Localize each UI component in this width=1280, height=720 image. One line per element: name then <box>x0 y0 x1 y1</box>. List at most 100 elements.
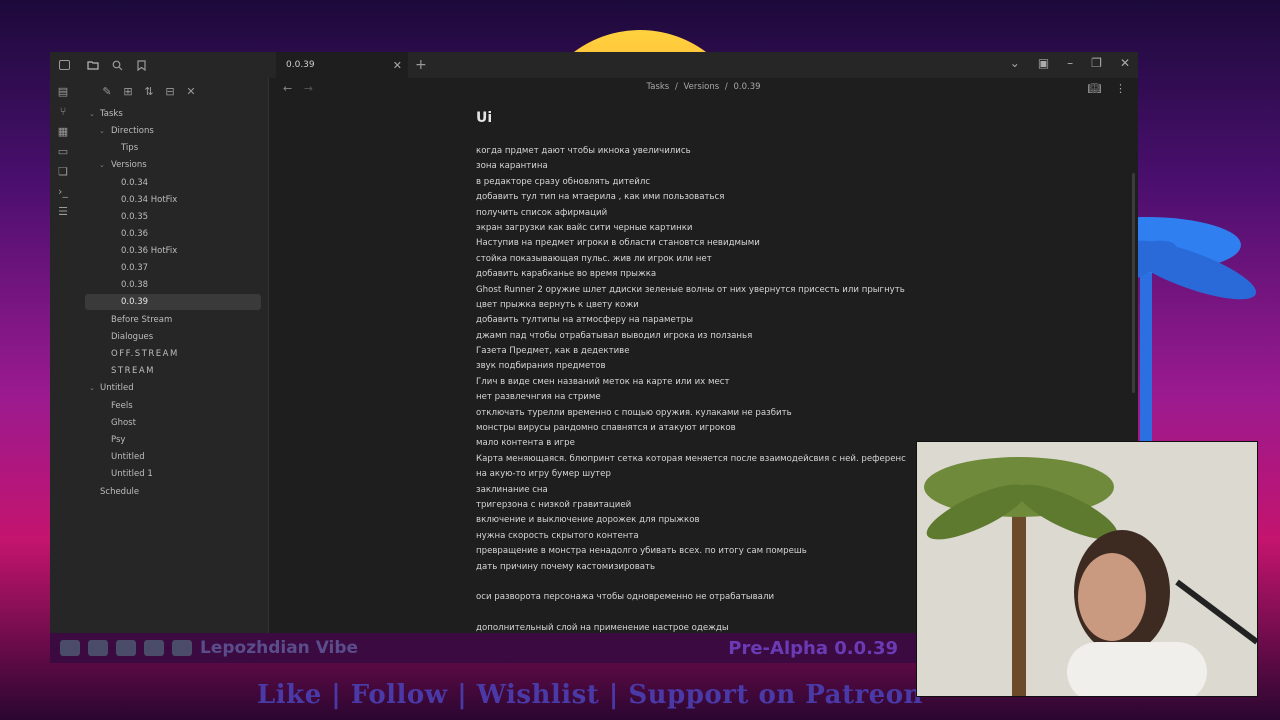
graph-icon[interactable]: ⑂ <box>56 104 70 118</box>
note-line[interactable]: Газета Предмет, как в дедективе <box>476 344 926 359</box>
webcam-image <box>917 442 1257 696</box>
terminal-icon[interactable]: ›_ <box>56 184 70 198</box>
note-line[interactable]: оси разворота персонажа чтобы одновремен… <box>476 590 926 605</box>
note-line[interactable] <box>476 575 926 590</box>
note-version[interactable]: 0.0.38 <box>121 277 148 293</box>
canvas-icon[interactable]: ▦ <box>56 124 70 138</box>
breadcrumb-item[interactable]: Tasks <box>646 82 669 92</box>
note-line[interactable]: Глич в виде смен названий меток на карте… <box>476 375 926 390</box>
note-line[interactable]: Карта меняющаяся. блюпринт сетка которая… <box>476 452 926 467</box>
note-line[interactable]: мало контента в игре <box>476 436 926 451</box>
window-controls: ⌄ ▣ – ❐ ✕ <box>1010 56 1130 70</box>
note-line[interactable] <box>476 606 926 621</box>
note-line[interactable]: включение и выключение дорожек для прыжк… <box>476 513 926 528</box>
new-note-icon[interactable]: ✎ <box>100 84 114 98</box>
new-folder-icon[interactable]: ⊞ <box>121 84 135 98</box>
note-line[interactable]: добавить тултипы на атмосферу на парамет… <box>476 313 926 328</box>
bookmark-icon[interactable] <box>134 58 148 72</box>
chevron-down-icon: ⌄ <box>99 127 105 135</box>
note-line[interactable]: Ghost Runner 2 оружие шлет ддиски зелены… <box>476 283 926 298</box>
patreon-icon <box>144 640 164 656</box>
calendar-icon[interactable]: ▭ <box>56 144 70 158</box>
note-line[interactable]: зона карантина <box>476 159 926 174</box>
minimize-icon[interactable]: – <box>1067 56 1073 70</box>
note-version[interactable]: 0.0.37 <box>121 260 148 276</box>
note-body[interactable]: когда прдмет дают чтобы икнока увеличили… <box>476 144 926 633</box>
note-line[interactable]: отключать турелли временно с пощью оружи… <box>476 406 926 421</box>
note-untitled-1[interactable]: Untitled 1 <box>111 466 153 482</box>
note-stream[interactable]: STREAM <box>111 363 155 379</box>
note-line[interactable]: экран загрузки как вайс сити черные карт… <box>476 221 926 236</box>
sidebar-toggle-icon[interactable] <box>57 58 71 72</box>
tab-title: 0.0.39 <box>286 60 315 70</box>
list-icon[interactable]: ☰ <box>56 204 70 218</box>
copy-icon[interactable]: ❏ <box>56 164 70 178</box>
note-version[interactable]: 0.0.36 <box>121 226 148 242</box>
chevron-down-icon: ⌄ <box>89 110 95 118</box>
note-line[interactable]: дать причину почему кастомизировать <box>476 560 926 575</box>
sort-icon[interactable]: ⇅ <box>142 84 156 98</box>
plus-icon[interactable]: + <box>415 57 427 73</box>
title-bar: 0.0.39 ✕ + ⌄ ▣ – ❐ ✕ <box>50 52 1138 78</box>
note-line[interactable]: когда прдмет дают чтобы икнока увеличили… <box>476 144 926 159</box>
note-line[interactable]: нет развлечнгия на стриме <box>476 390 926 405</box>
reading-view-icon[interactable]: 📖︎ <box>1088 82 1102 95</box>
files-icon[interactable]: ▤ <box>56 84 70 98</box>
note-schedule[interactable]: Schedule <box>100 484 139 500</box>
folder-directions[interactable]: Directions <box>111 123 154 139</box>
steam-icon <box>116 640 136 656</box>
breadcrumb-separator: / <box>724 82 728 92</box>
note-line[interactable]: дополнительный слой на применение настро… <box>476 621 926 633</box>
note-feels[interactable]: Feels <box>111 398 133 414</box>
note-line[interactable]: цвет прыжка вернуть к цвету кожи <box>476 298 926 313</box>
note-before-stream[interactable]: Before Stream <box>111 312 172 328</box>
note-tips[interactable]: Tips <box>121 140 138 156</box>
social-links: Lepozhdian Vibe <box>60 638 358 658</box>
folder-versions[interactable]: Versions <box>111 157 147 173</box>
note-line[interactable]: в редакторе сразу обновлять дитейлс <box>476 175 926 190</box>
note-dialogues[interactable]: Dialogues <box>111 329 153 345</box>
note-version[interactable]: 0.0.34 <box>121 175 148 191</box>
note-psy[interactable]: Psy <box>111 432 125 448</box>
folder-icon[interactable] <box>86 58 100 72</box>
breadcrumb-item[interactable]: Versions <box>684 82 720 92</box>
window-close-icon[interactable]: ✕ <box>1120 56 1130 70</box>
folder-tasks[interactable]: Tasks <box>100 106 123 122</box>
note-version[interactable]: 0.0.34 HotFix <box>121 192 177 208</box>
view-tools: 📖︎ ⋮ <box>1088 82 1126 95</box>
note-line[interactable]: тригерзона с низкой гравитацией <box>476 498 926 513</box>
more-options-icon[interactable]: ⋮ <box>1115 82 1126 95</box>
scrollbar[interactable] <box>1132 173 1135 393</box>
note-line[interactable]: добавить тул тип на мтаерила , как ими п… <box>476 190 926 205</box>
layout-icon[interactable]: ▣ <box>1038 56 1049 70</box>
note-ghost[interactable]: Ghost <box>111 415 136 431</box>
twitch-icon <box>88 640 108 656</box>
note-version-active[interactable]: 0.0.39 <box>85 294 261 310</box>
note-title[interactable]: Ui <box>476 110 926 128</box>
close-icon[interactable]: ✕ <box>393 59 402 72</box>
note-line[interactable]: превращение в монстра ненадолго убивать … <box>476 544 926 559</box>
note-version[interactable]: 0.0.35 <box>121 209 148 225</box>
note-line[interactable]: добавить карабканье во время прыжка <box>476 267 926 282</box>
collapse-icon[interactable]: ⊟ <box>163 84 177 98</box>
tab-active-note[interactable]: 0.0.39 ✕ <box>276 52 408 78</box>
note-line[interactable]: монстры вирусы рандомно спавнятся и атак… <box>476 421 926 436</box>
note-line[interactable]: стойка показывающая пульс. жив ли игрок … <box>476 252 926 267</box>
chevron-down-icon[interactable]: ⌄ <box>1010 56 1020 70</box>
note-line[interactable]: Наступив на предмет игроки в области ста… <box>476 236 926 251</box>
note-line[interactable]: звук подбирания предметов <box>476 359 926 374</box>
breadcrumb-item[interactable]: 0.0.39 <box>733 82 760 92</box>
note-version[interactable]: 0.0.36 HotFix <box>121 243 177 259</box>
search-icon[interactable] <box>110 58 124 72</box>
note-content[interactable]: Ui когда прдмет дают чтобы икнока увелич… <box>476 110 926 633</box>
note-off-stream[interactable]: OFF.STREAM <box>111 346 179 362</box>
note-line[interactable]: получить список афирмаций <box>476 206 926 221</box>
note-untitled[interactable]: Untitled <box>111 449 145 465</box>
note-line[interactable]: на акую-то игру бумер шутер <box>476 467 926 482</box>
note-line[interactable]: джамп пад чтобы отрабатывал выводил игро… <box>476 329 926 344</box>
note-line[interactable]: заклинание сна <box>476 483 926 498</box>
restore-icon[interactable]: ❐ <box>1091 56 1102 70</box>
note-line[interactable]: нужна скорость скрытого контента <box>476 529 926 544</box>
close-icon[interactable]: ✕ <box>184 84 198 98</box>
folder-untitled[interactable]: Untitled <box>100 380 134 396</box>
